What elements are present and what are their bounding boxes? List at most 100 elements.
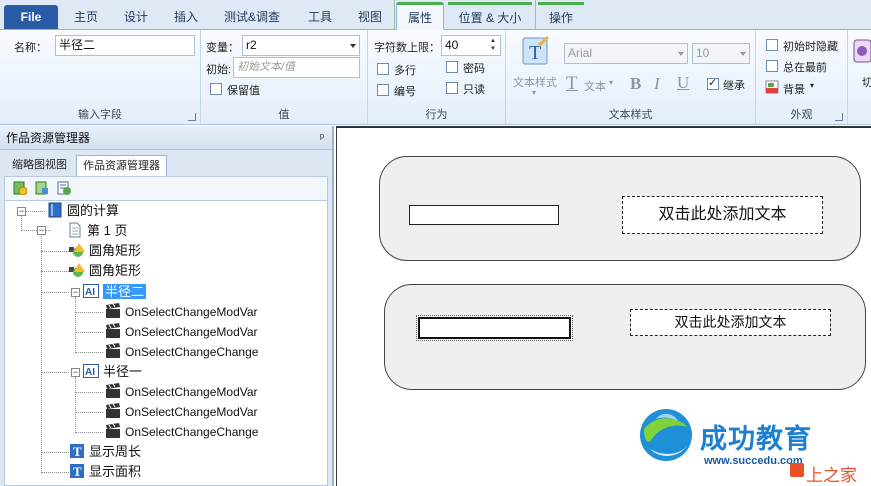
- book-icon: [47, 202, 63, 218]
- tree-item[interactable]: 圆角矩形: [69, 261, 141, 281]
- inherit-checkbox[interactable]: [707, 76, 719, 90]
- text-box-placeholder[interactable]: 双击此处添加文本: [630, 309, 831, 336]
- toggle-icon[interactable]: [852, 38, 871, 68]
- tree-connector: [75, 332, 103, 333]
- text-object-icon: T: [69, 443, 85, 459]
- password-label: 密码: [463, 63, 485, 75]
- collapse-icon[interactable]: −: [71, 288, 80, 297]
- collapse-icon[interactable]: −: [37, 226, 46, 235]
- max-chars-value: 40: [445, 38, 459, 52]
- explorer-tree: − − − − 圆的计算 第 1 页 圆角矩形 圆角矩形 AI 半径二 OnSel…: [4, 200, 328, 486]
- tree-item-action[interactable]: OnSelectChangeModVar: [105, 322, 258, 342]
- numbered-label: 编号: [394, 86, 416, 98]
- add-object-icon[interactable]: [57, 181, 71, 195]
- group-label: 输入字段: [78, 109, 122, 121]
- name-input[interactable]: 半径二: [55, 35, 195, 56]
- input-field-radius-two-selected[interactable]: [416, 315, 573, 341]
- keep-value-checkbox[interactable]: [210, 83, 222, 95]
- tree-item-selected[interactable]: AI 半径二: [83, 282, 147, 302]
- group-label: 文本样式: [608, 109, 653, 121]
- tree-item[interactable]: T 显示面积: [69, 462, 141, 482]
- clapperboard-icon: [105, 423, 121, 439]
- tree-item-action[interactable]: OnSelectChangeModVar: [105, 402, 258, 422]
- bold-button[interactable]: B: [630, 74, 641, 94]
- multiline-checkbox[interactable]: [377, 63, 389, 75]
- password-checkbox[interactable]: [446, 61, 458, 73]
- group-value: 变量： r2 初始: 初始文本/值 保留值 值: [201, 30, 368, 125]
- tab-test-survey[interactable]: 测试&调查: [214, 5, 290, 30]
- group-label: 行为: [425, 109, 448, 121]
- tab-actions[interactable]: 操作: [538, 2, 584, 30]
- tab-insert[interactable]: 插入: [164, 5, 208, 30]
- text-style-icon[interactable]: T: [520, 36, 550, 70]
- underline-button[interactable]: U: [677, 73, 689, 93]
- tree-item-action[interactable]: OnSelectChangeChange: [105, 342, 258, 362]
- input-field-radius-one[interactable]: [409, 205, 559, 225]
- font-size-select[interactable]: 10: [692, 43, 750, 64]
- font-select[interactable]: Arial: [564, 43, 688, 64]
- input-field-icon: AI: [83, 363, 99, 379]
- add-page-icon[interactable]: [13, 181, 28, 196]
- tab-view[interactable]: 视图: [348, 5, 392, 30]
- tree-connector: [41, 233, 42, 473]
- tree-item-label: OnSelectChangeModVar: [125, 405, 258, 419]
- tab-position-size[interactable]: 位置 & 大小: [448, 2, 532, 30]
- panel-title: 作品资源管理器 ᵖ: [0, 126, 332, 150]
- background-button[interactable]: 背景: [783, 81, 805, 97]
- svg-text:AI: AI: [85, 367, 95, 378]
- tree-item-page[interactable]: 第 1 页: [67, 221, 127, 241]
- hide-initially-label: 初始时隐藏: [783, 41, 838, 53]
- always-front-checkbox[interactable]: [766, 60, 778, 72]
- initial-value-input[interactable]: 初始文本/值: [233, 57, 360, 78]
- group-label: 值: [278, 109, 290, 121]
- tree-item-action[interactable]: OnSelectChangeModVar: [105, 382, 258, 402]
- tab-separator: [535, 0, 536, 30]
- tab-file[interactable]: File: [4, 5, 58, 29]
- text-color-icon[interactable]: T: [566, 73, 578, 95]
- ribbon-tab-bar: File 主页 设计 插入 测试&调查 工具 视图 属性 位置 & 大小 操作: [0, 0, 871, 30]
- variable-value: r2: [246, 38, 257, 52]
- tree-connector: [41, 292, 69, 293]
- pin-icon[interactable]: ᵖ: [320, 126, 324, 150]
- italic-button[interactable]: I: [654, 74, 660, 94]
- keep-value-label: 保留值: [227, 85, 260, 97]
- tab-thumbnail-view[interactable]: 缩略图视图: [6, 155, 73, 176]
- spin-down-icon[interactable]: ▼: [490, 46, 498, 53]
- tree-connector: [41, 472, 69, 473]
- spin-up-icon[interactable]: ▲: [490, 38, 498, 45]
- initial-label: 初始:: [206, 64, 232, 76]
- max-chars-spinner[interactable]: 40 ▲ ▼: [441, 35, 501, 56]
- text-box-placeholder[interactable]: 双击此处添加文本: [622, 196, 823, 234]
- group-text-style: T 文本样式 ▾ Arial 10 T 文本 ▾ B I U 继承 文本样式: [506, 30, 756, 125]
- collapse-icon[interactable]: −: [71, 368, 80, 377]
- tab-tools[interactable]: 工具: [298, 5, 342, 30]
- tree-item[interactable]: 圆角矩形: [69, 241, 141, 261]
- tree-item[interactable]: T 显示周长: [69, 442, 141, 462]
- tab-home[interactable]: 主页: [64, 5, 108, 30]
- text-button[interactable]: 文本: [584, 78, 606, 94]
- tree-item-label: 半径二: [103, 284, 147, 299]
- chevron-down-icon: ▾: [810, 81, 815, 90]
- tree-item-action[interactable]: OnSelectChangeChange: [105, 422, 258, 442]
- dialog-launcher-icon[interactable]: [188, 113, 196, 121]
- tree-item-action[interactable]: OnSelectChangeModVar: [105, 302, 258, 322]
- svg-text:AI: AI: [85, 287, 95, 298]
- add-chapter-icon[interactable]: [35, 181, 49, 195]
- hide-initially-checkbox[interactable]: [766, 39, 778, 51]
- numbered-checkbox[interactable]: [377, 84, 389, 96]
- collapse-icon[interactable]: −: [17, 207, 26, 216]
- dialog-launcher-icon[interactable]: [835, 113, 843, 121]
- tab-separator: [394, 0, 395, 30]
- tree-connector: [75, 432, 103, 433]
- tab-project-explorer[interactable]: 作品资源管理器: [76, 155, 167, 176]
- background-icon[interactable]: [765, 80, 779, 94]
- variable-select[interactable]: r2: [242, 35, 360, 56]
- tree-item[interactable]: AI 半径一: [83, 362, 142, 382]
- tab-properties[interactable]: 属性: [396, 2, 444, 30]
- tree-connector: [41, 372, 69, 373]
- readonly-checkbox[interactable]: [446, 82, 458, 94]
- tree-item-title[interactable]: 圆的计算: [47, 201, 119, 221]
- group-behavior: 字符数上限： 40 ▲ ▼ 多行 密码 编号 只读 行为: [368, 30, 506, 125]
- clapperboard-icon: [105, 383, 121, 399]
- tab-design[interactable]: 设计: [114, 5, 158, 30]
